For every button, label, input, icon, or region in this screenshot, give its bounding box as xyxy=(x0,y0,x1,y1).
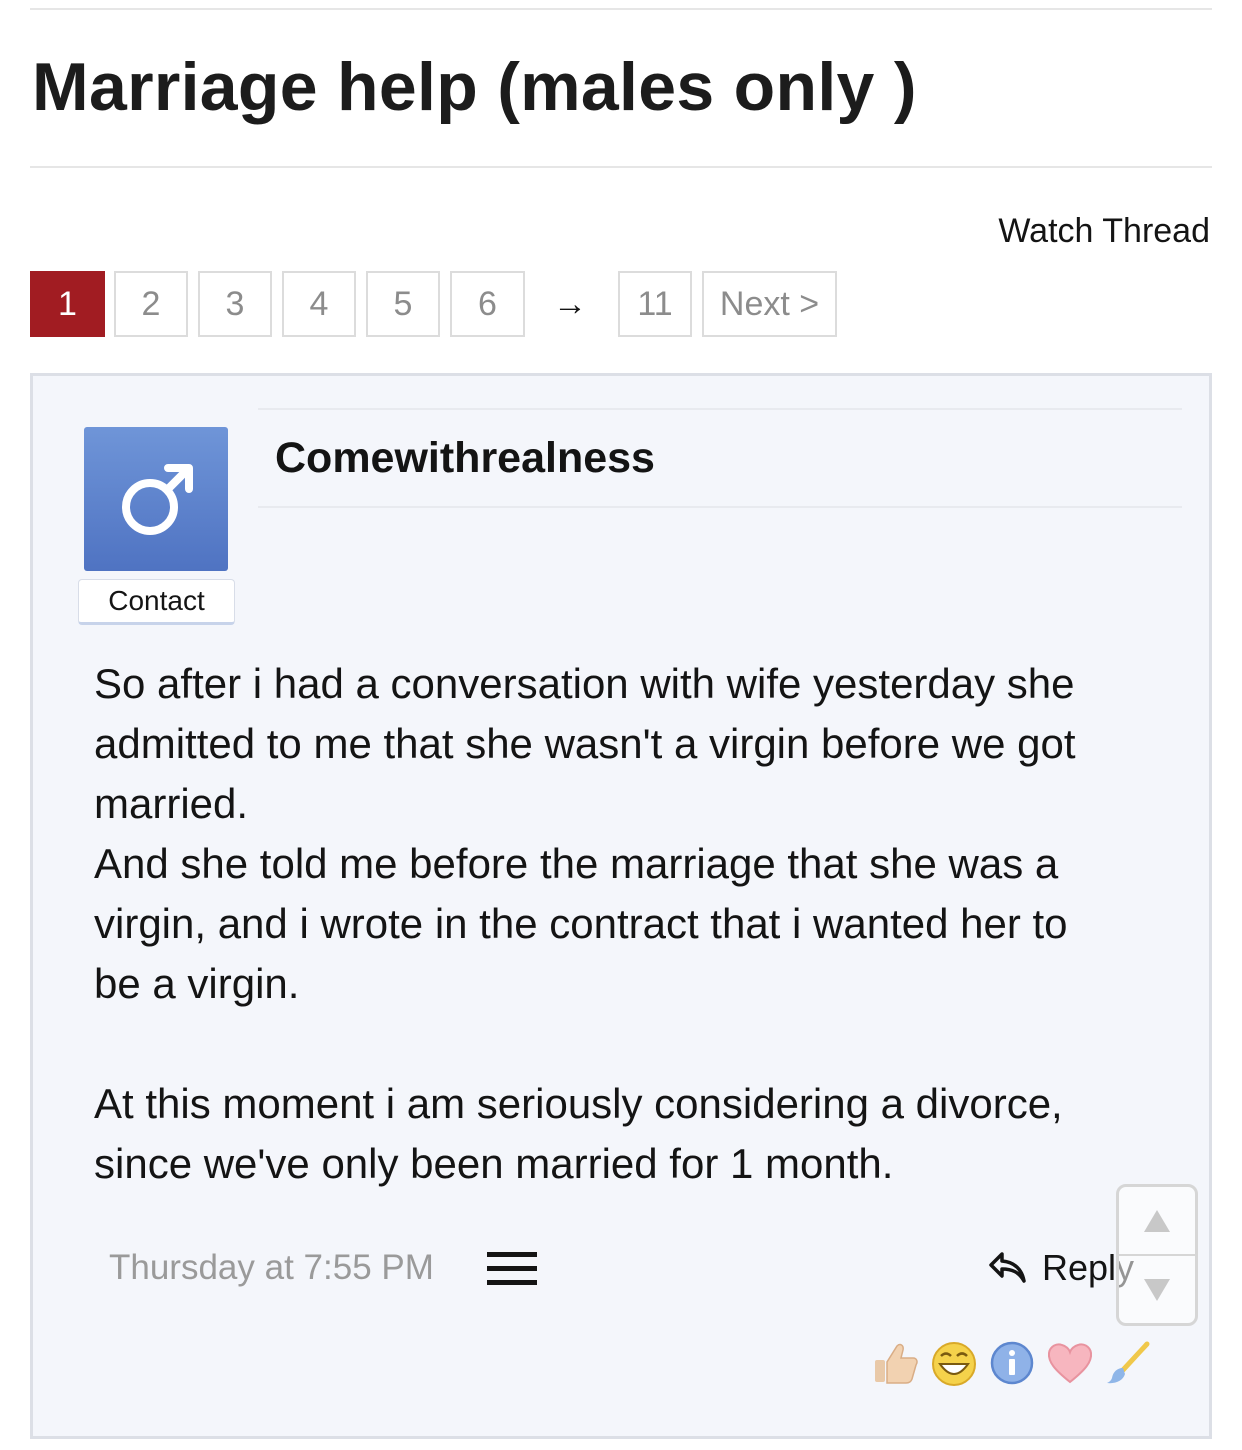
thumbs-up-icon[interactable] xyxy=(871,1338,921,1388)
next-page-button[interactable]: Next > xyxy=(702,271,837,337)
scroll-navigator xyxy=(1116,1184,1198,1326)
page-4-button[interactable]: 4 xyxy=(282,271,356,337)
message-line: At this moment i am seriously considerin… xyxy=(94,1080,1063,1127)
title-divider xyxy=(30,166,1212,168)
message-line: admitted to me that she wasn't a virgin … xyxy=(94,720,1076,767)
username-top-divider xyxy=(258,408,1182,410)
message-line: be a virgin. xyxy=(94,960,300,1007)
reactions-bar xyxy=(871,1338,1161,1388)
username-bottom-divider xyxy=(258,506,1182,508)
page-1-button[interactable]: 1 xyxy=(30,271,105,337)
scroll-down-button[interactable] xyxy=(1119,1256,1195,1324)
post: Contact Comewithrealness So after i had … xyxy=(30,373,1212,1439)
page-last-button[interactable]: 11 xyxy=(618,271,692,337)
page-2-button[interactable]: 2 xyxy=(114,271,188,337)
scroll-up-button[interactable] xyxy=(1119,1187,1195,1255)
triangle-up-icon xyxy=(1144,1210,1170,1232)
top-divider xyxy=(30,8,1212,10)
triangle-down-icon xyxy=(1144,1279,1170,1301)
message-line: So after i had a conversation with wife … xyxy=(94,660,1075,707)
post-message: So after i had a conversation with wife … xyxy=(94,654,1174,1194)
post-author[interactable]: Comewithrealness xyxy=(275,434,655,483)
message-line: And she told me before the marriage that… xyxy=(94,840,1059,887)
message-line: virgin, and i wrote in the contract that… xyxy=(94,900,1068,947)
message-line: since we've only been married for 1 mont… xyxy=(94,1140,894,1187)
message-line: married. xyxy=(94,780,249,827)
page-jump-arrow[interactable]: → xyxy=(545,271,595,337)
reply-arrow-icon xyxy=(989,1252,1026,1283)
watch-thread-link[interactable]: Watch Thread xyxy=(998,212,1210,251)
page-3-button[interactable]: 3 xyxy=(198,271,272,337)
paintbrush-icon[interactable] xyxy=(1103,1338,1153,1388)
male-symbol-icon xyxy=(122,464,193,535)
info-icon[interactable] xyxy=(987,1338,1037,1388)
page-5-button[interactable]: 5 xyxy=(366,271,440,337)
hamburger-menu-icon[interactable] xyxy=(487,1252,537,1286)
contact-button[interactable]: Contact xyxy=(78,579,235,625)
page-6-button[interactable]: 6 xyxy=(450,271,525,337)
laughing-face-icon[interactable] xyxy=(929,1338,979,1388)
avatar[interactable] xyxy=(84,427,228,571)
heart-icon[interactable] xyxy=(1045,1338,1095,1388)
thread-title: Marriage help (males only ) xyxy=(32,49,917,125)
post-date[interactable]: Thursday at 7:55 PM xyxy=(109,1248,434,1288)
reply-button[interactable]: Reply xyxy=(988,1246,1134,1290)
